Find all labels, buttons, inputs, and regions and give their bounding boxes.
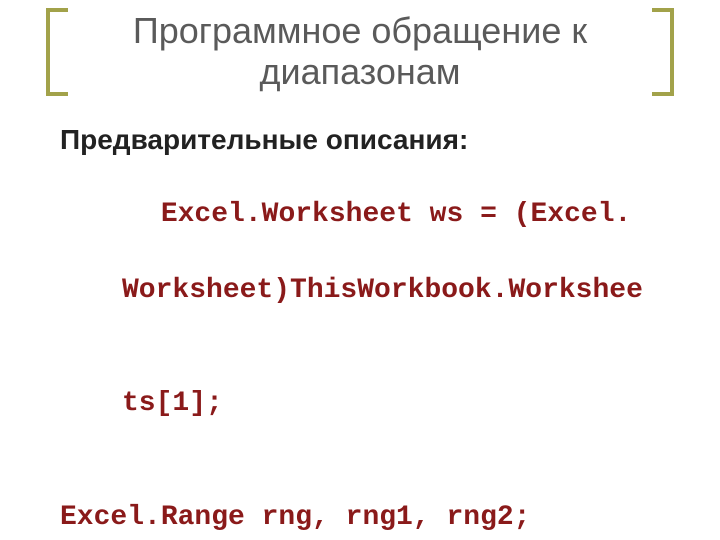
code-text: Worksheet)ThisWorkbook.Workshee xyxy=(60,272,670,310)
slide: Программное обращение к диапазонам Предв… xyxy=(0,0,720,540)
slide-body: Предварительные описания: Excel.Workshee… xyxy=(0,93,720,540)
title-wrap: Программное обращение к диапазонам xyxy=(0,0,720,93)
code-text: Excel.Worksheet ws = (Excel. xyxy=(161,199,631,230)
slide-title: Программное обращение к диапазонам xyxy=(40,10,680,93)
section1-heading: Предварительные описания: xyxy=(60,121,670,159)
section1-code1: Excel.Worksheet ws = (Excel. Worksheet)T… xyxy=(60,159,670,499)
section1-code2: Excel.Range rng, rng1, rng2; xyxy=(60,499,670,537)
code-text: ts[1]; xyxy=(60,385,670,423)
